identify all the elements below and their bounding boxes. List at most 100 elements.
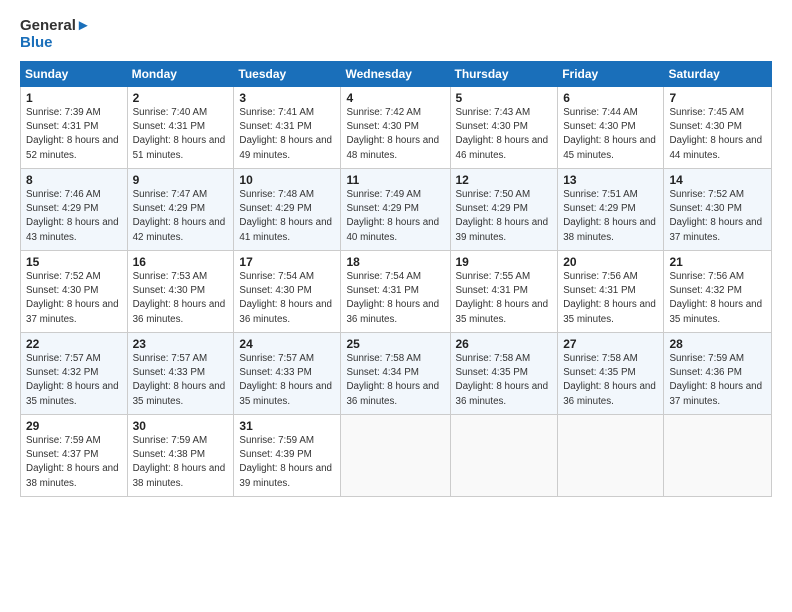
logo-blue: Blue	[20, 35, 91, 52]
day-number: 25	[346, 337, 444, 351]
day-number: 28	[669, 337, 766, 351]
day-number: 4	[346, 91, 444, 105]
day-detail: Sunrise: 7:54 AMSunset: 4:31 PMDaylight:…	[346, 270, 444, 327]
day-number: 22	[26, 337, 122, 351]
day-detail: Sunrise: 7:59 AMSunset: 4:37 PMDaylight:…	[26, 434, 122, 491]
day-detail: Sunrise: 7:56 AMSunset: 4:31 PMDaylight:…	[563, 270, 658, 327]
day-number: 12	[456, 173, 553, 187]
day-detail: Sunrise: 7:46 AMSunset: 4:29 PMDaylight:…	[26, 188, 122, 245]
day-detail: Sunrise: 7:49 AMSunset: 4:29 PMDaylight:…	[346, 188, 444, 245]
day-number: 20	[563, 255, 658, 269]
calendar-cell: 20Sunrise: 7:56 AMSunset: 4:31 PMDayligh…	[558, 251, 664, 333]
calendar-cell: 9Sunrise: 7:47 AMSunset: 4:29 PMDaylight…	[127, 169, 234, 251]
day-detail: Sunrise: 7:43 AMSunset: 4:30 PMDaylight:…	[456, 106, 553, 163]
day-detail: Sunrise: 7:57 AMSunset: 4:32 PMDaylight:…	[26, 352, 122, 409]
day-detail: Sunrise: 7:57 AMSunset: 4:33 PMDaylight:…	[239, 352, 335, 409]
weekday-header-saturday: Saturday	[664, 62, 772, 87]
day-detail: Sunrise: 7:42 AMSunset: 4:30 PMDaylight:…	[346, 106, 444, 163]
day-detail: Sunrise: 7:54 AMSunset: 4:30 PMDaylight:…	[239, 270, 335, 327]
day-detail: Sunrise: 7:58 AMSunset: 4:34 PMDaylight:…	[346, 352, 444, 409]
day-detail: Sunrise: 7:47 AMSunset: 4:29 PMDaylight:…	[133, 188, 229, 245]
day-number: 13	[563, 173, 658, 187]
calendar-cell: 4Sunrise: 7:42 AMSunset: 4:30 PMDaylight…	[341, 87, 450, 169]
weekday-header-monday: Monday	[127, 62, 234, 87]
logo-graphic: General► Blue	[20, 18, 91, 51]
day-detail: Sunrise: 7:57 AMSunset: 4:33 PMDaylight:…	[133, 352, 229, 409]
calendar-cell: 10Sunrise: 7:48 AMSunset: 4:29 PMDayligh…	[234, 169, 341, 251]
day-number: 14	[669, 173, 766, 187]
day-number: 31	[239, 419, 335, 433]
calendar-cell	[450, 415, 558, 497]
calendar-cell: 30Sunrise: 7:59 AMSunset: 4:38 PMDayligh…	[127, 415, 234, 497]
weekday-header-tuesday: Tuesday	[234, 62, 341, 87]
calendar-cell	[558, 415, 664, 497]
day-detail: Sunrise: 7:39 AMSunset: 4:31 PMDaylight:…	[26, 106, 122, 163]
day-number: 1	[26, 91, 122, 105]
calendar-cell: 7Sunrise: 7:45 AMSunset: 4:30 PMDaylight…	[664, 87, 772, 169]
day-number: 30	[133, 419, 229, 433]
day-detail: Sunrise: 7:52 AMSunset: 4:30 PMDaylight:…	[669, 188, 766, 245]
day-detail: Sunrise: 7:56 AMSunset: 4:32 PMDaylight:…	[669, 270, 766, 327]
day-number: 16	[133, 255, 229, 269]
day-number: 19	[456, 255, 553, 269]
calendar-cell: 8Sunrise: 7:46 AMSunset: 4:29 PMDaylight…	[21, 169, 128, 251]
day-detail: Sunrise: 7:53 AMSunset: 4:30 PMDaylight:…	[133, 270, 229, 327]
weekday-header-thursday: Thursday	[450, 62, 558, 87]
week-row-2: 8Sunrise: 7:46 AMSunset: 4:29 PMDaylight…	[21, 169, 772, 251]
day-number: 8	[26, 173, 122, 187]
calendar-cell: 18Sunrise: 7:54 AMSunset: 4:31 PMDayligh…	[341, 251, 450, 333]
day-detail: Sunrise: 7:59 AMSunset: 4:38 PMDaylight:…	[133, 434, 229, 491]
day-number: 23	[133, 337, 229, 351]
day-detail: Sunrise: 7:52 AMSunset: 4:30 PMDaylight:…	[26, 270, 122, 327]
day-number: 7	[669, 91, 766, 105]
calendar-cell: 16Sunrise: 7:53 AMSunset: 4:30 PMDayligh…	[127, 251, 234, 333]
week-row-5: 29Sunrise: 7:59 AMSunset: 4:37 PMDayligh…	[21, 415, 772, 497]
day-number: 2	[133, 91, 229, 105]
week-row-1: 1Sunrise: 7:39 AMSunset: 4:31 PMDaylight…	[21, 87, 772, 169]
header: General► Blue	[20, 18, 772, 51]
day-number: 3	[239, 91, 335, 105]
day-number: 18	[346, 255, 444, 269]
day-number: 24	[239, 337, 335, 351]
day-number: 10	[239, 173, 335, 187]
weekday-header-row: SundayMondayTuesdayWednesdayThursdayFrid…	[21, 62, 772, 87]
day-detail: Sunrise: 7:50 AMSunset: 4:29 PMDaylight:…	[456, 188, 553, 245]
calendar-cell: 22Sunrise: 7:57 AMSunset: 4:32 PMDayligh…	[21, 333, 128, 415]
day-number: 11	[346, 173, 444, 187]
day-detail: Sunrise: 7:58 AMSunset: 4:35 PMDaylight:…	[456, 352, 553, 409]
calendar-cell: 23Sunrise: 7:57 AMSunset: 4:33 PMDayligh…	[127, 333, 234, 415]
day-detail: Sunrise: 7:41 AMSunset: 4:31 PMDaylight:…	[239, 106, 335, 163]
day-detail: Sunrise: 7:48 AMSunset: 4:29 PMDaylight:…	[239, 188, 335, 245]
weekday-header-sunday: Sunday	[21, 62, 128, 87]
day-detail: Sunrise: 7:44 AMSunset: 4:30 PMDaylight:…	[563, 106, 658, 163]
calendar-cell: 6Sunrise: 7:44 AMSunset: 4:30 PMDaylight…	[558, 87, 664, 169]
weekday-header-wednesday: Wednesday	[341, 62, 450, 87]
calendar-cell: 25Sunrise: 7:58 AMSunset: 4:34 PMDayligh…	[341, 333, 450, 415]
calendar-cell: 28Sunrise: 7:59 AMSunset: 4:36 PMDayligh…	[664, 333, 772, 415]
day-number: 21	[669, 255, 766, 269]
calendar-cell: 27Sunrise: 7:58 AMSunset: 4:35 PMDayligh…	[558, 333, 664, 415]
day-detail: Sunrise: 7:40 AMSunset: 4:31 PMDaylight:…	[133, 106, 229, 163]
calendar-cell: 5Sunrise: 7:43 AMSunset: 4:30 PMDaylight…	[450, 87, 558, 169]
calendar-cell: 2Sunrise: 7:40 AMSunset: 4:31 PMDaylight…	[127, 87, 234, 169]
week-row-3: 15Sunrise: 7:52 AMSunset: 4:30 PMDayligh…	[21, 251, 772, 333]
calendar-cell: 3Sunrise: 7:41 AMSunset: 4:31 PMDaylight…	[234, 87, 341, 169]
day-number: 17	[239, 255, 335, 269]
weekday-header-friday: Friday	[558, 62, 664, 87]
calendar-cell: 12Sunrise: 7:50 AMSunset: 4:29 PMDayligh…	[450, 169, 558, 251]
calendar-page: General► Blue SundayMondayTuesdayWednesd…	[0, 0, 792, 612]
calendar-cell: 21Sunrise: 7:56 AMSunset: 4:32 PMDayligh…	[664, 251, 772, 333]
day-detail: Sunrise: 7:58 AMSunset: 4:35 PMDaylight:…	[563, 352, 658, 409]
calendar-cell: 29Sunrise: 7:59 AMSunset: 4:37 PMDayligh…	[21, 415, 128, 497]
logo-general: General►	[20, 18, 91, 35]
calendar-cell: 24Sunrise: 7:57 AMSunset: 4:33 PMDayligh…	[234, 333, 341, 415]
day-number: 6	[563, 91, 658, 105]
calendar-cell: 17Sunrise: 7:54 AMSunset: 4:30 PMDayligh…	[234, 251, 341, 333]
day-detail: Sunrise: 7:51 AMSunset: 4:29 PMDaylight:…	[563, 188, 658, 245]
logo: General► Blue	[20, 18, 91, 51]
day-number: 5	[456, 91, 553, 105]
calendar-cell: 14Sunrise: 7:52 AMSunset: 4:30 PMDayligh…	[664, 169, 772, 251]
day-detail: Sunrise: 7:59 AMSunset: 4:39 PMDaylight:…	[239, 434, 335, 491]
calendar-cell: 26Sunrise: 7:58 AMSunset: 4:35 PMDayligh…	[450, 333, 558, 415]
day-number: 15	[26, 255, 122, 269]
